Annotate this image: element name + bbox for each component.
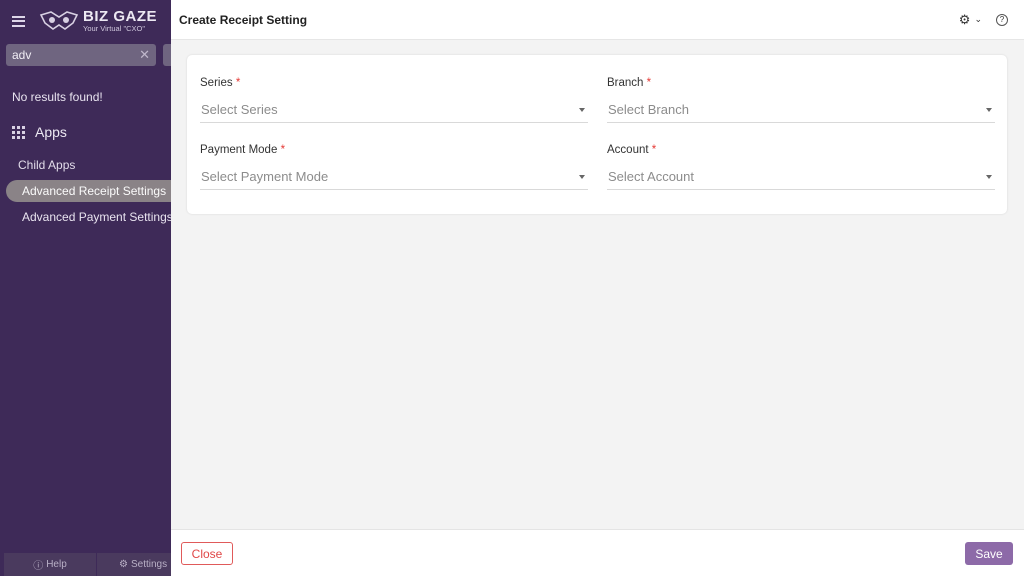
main-header: Create Receipt Setting ⚙ ⌄ ? <box>171 0 1024 40</box>
payment-mode-label-text: Payment Mode <box>200 144 278 156</box>
caret-down-icon <box>986 174 992 179</box>
child-apps-label: Child Apps <box>18 158 76 172</box>
help-label: Help <box>46 559 67 570</box>
sidebar-item-advanced-receipt-settings[interactable]: Advanced Receipt Settings <box>6 180 171 202</box>
caret-down-icon <box>579 174 585 179</box>
logo[interactable]: BIZ GAZE Your Virtual "CXO" <box>39 9 157 33</box>
sidebar-footer: ⓘ Help ⚙ Settings <box>4 553 171 576</box>
account-label-text: Account <box>607 144 649 156</box>
required-mark: * <box>280 144 286 156</box>
chevron-down-icon[interactable]: ⌄ <box>974 14 982 25</box>
branch-select[interactable]: Select Branch <box>607 97 995 123</box>
branch-placeholder: Select Branch <box>608 102 689 117</box>
sidebar-topbar: BIZ GAZE Your Virtual "CXO" <box>0 0 171 42</box>
payment-mode-placeholder: Select Payment Mode <box>201 169 329 184</box>
search-value: adv <box>12 48 32 62</box>
payment-mode-label: Payment Mode * <box>200 144 588 156</box>
logo-tagline: Your Virtual "CXO" <box>83 24 146 34</box>
logo-title: BIZ GAZE <box>83 8 157 26</box>
search-filter-button[interactable] <box>163 44 171 66</box>
account-select[interactable]: Select Account <box>607 164 995 190</box>
close-icon[interactable]: ✕ <box>139 47 150 63</box>
apps-grid-icon <box>12 125 25 139</box>
search-input[interactable]: adv ✕ <box>6 44 156 66</box>
no-results-message: No results found! <box>12 90 103 104</box>
series-label: Series * <box>200 77 588 89</box>
form-card: Series * Select Series Branch * Select B… <box>187 55 1007 214</box>
settings-button[interactable]: ⚙ Settings <box>97 553 171 576</box>
search-row: adv ✕ <box>6 44 171 66</box>
help-button[interactable]: ⓘ Help <box>4 553 96 576</box>
sidebar-item-advanced-payment-settings[interactable]: Advanced Payment Settings <box>6 206 171 228</box>
branch-field: Branch * Select Branch <box>607 77 995 123</box>
apps-heading: Apps <box>12 124 67 140</box>
help-icon: ⓘ <box>33 561 44 572</box>
help-icon[interactable]: ? <box>996 13 1008 26</box>
settings-label: Settings <box>130 559 168 570</box>
page-title: Create Receipt Setting <box>179 12 308 27</box>
logo-owl-icon <box>39 11 79 30</box>
branch-label-text: Branch <box>607 77 644 89</box>
gear-icon[interactable]: ⚙ <box>959 12 971 28</box>
series-field: Series * Select Series <box>200 77 588 123</box>
payment-mode-select[interactable]: Select Payment Mode <box>200 164 588 190</box>
series-label-text: Series <box>200 77 233 89</box>
required-mark: * <box>235 77 241 89</box>
required-mark: * <box>646 77 652 89</box>
header-tools: ⚙ ⌄ ? <box>959 12 1008 28</box>
branch-label: Branch * <box>607 77 995 89</box>
required-mark: * <box>651 144 657 156</box>
apps-heading-label: Apps <box>35 124 67 140</box>
caret-down-icon <box>986 107 992 112</box>
hamburger-menu-icon[interactable] <box>12 15 25 27</box>
close-button[interactable]: Close <box>181 542 233 565</box>
account-label: Account * <box>607 144 995 156</box>
gear-icon: ⚙ <box>119 559 128 570</box>
main-panel: Create Receipt Setting ⚙ ⌄ ? Series * Se… <box>171 0 1024 576</box>
sidebar: BIZ GAZE Your Virtual "CXO" adv ✕ No res… <box>0 0 171 576</box>
account-placeholder: Select Account <box>608 169 694 184</box>
caret-down-icon <box>579 107 585 112</box>
payment-mode-field: Payment Mode * Select Payment Mode <box>200 144 588 190</box>
series-placeholder: Select Series <box>201 102 278 117</box>
series-select[interactable]: Select Series <box>200 97 588 123</box>
form-footer: Close Save <box>171 529 1024 576</box>
account-field: Account * Select Account <box>607 144 995 190</box>
save-button[interactable]: Save <box>965 542 1013 565</box>
